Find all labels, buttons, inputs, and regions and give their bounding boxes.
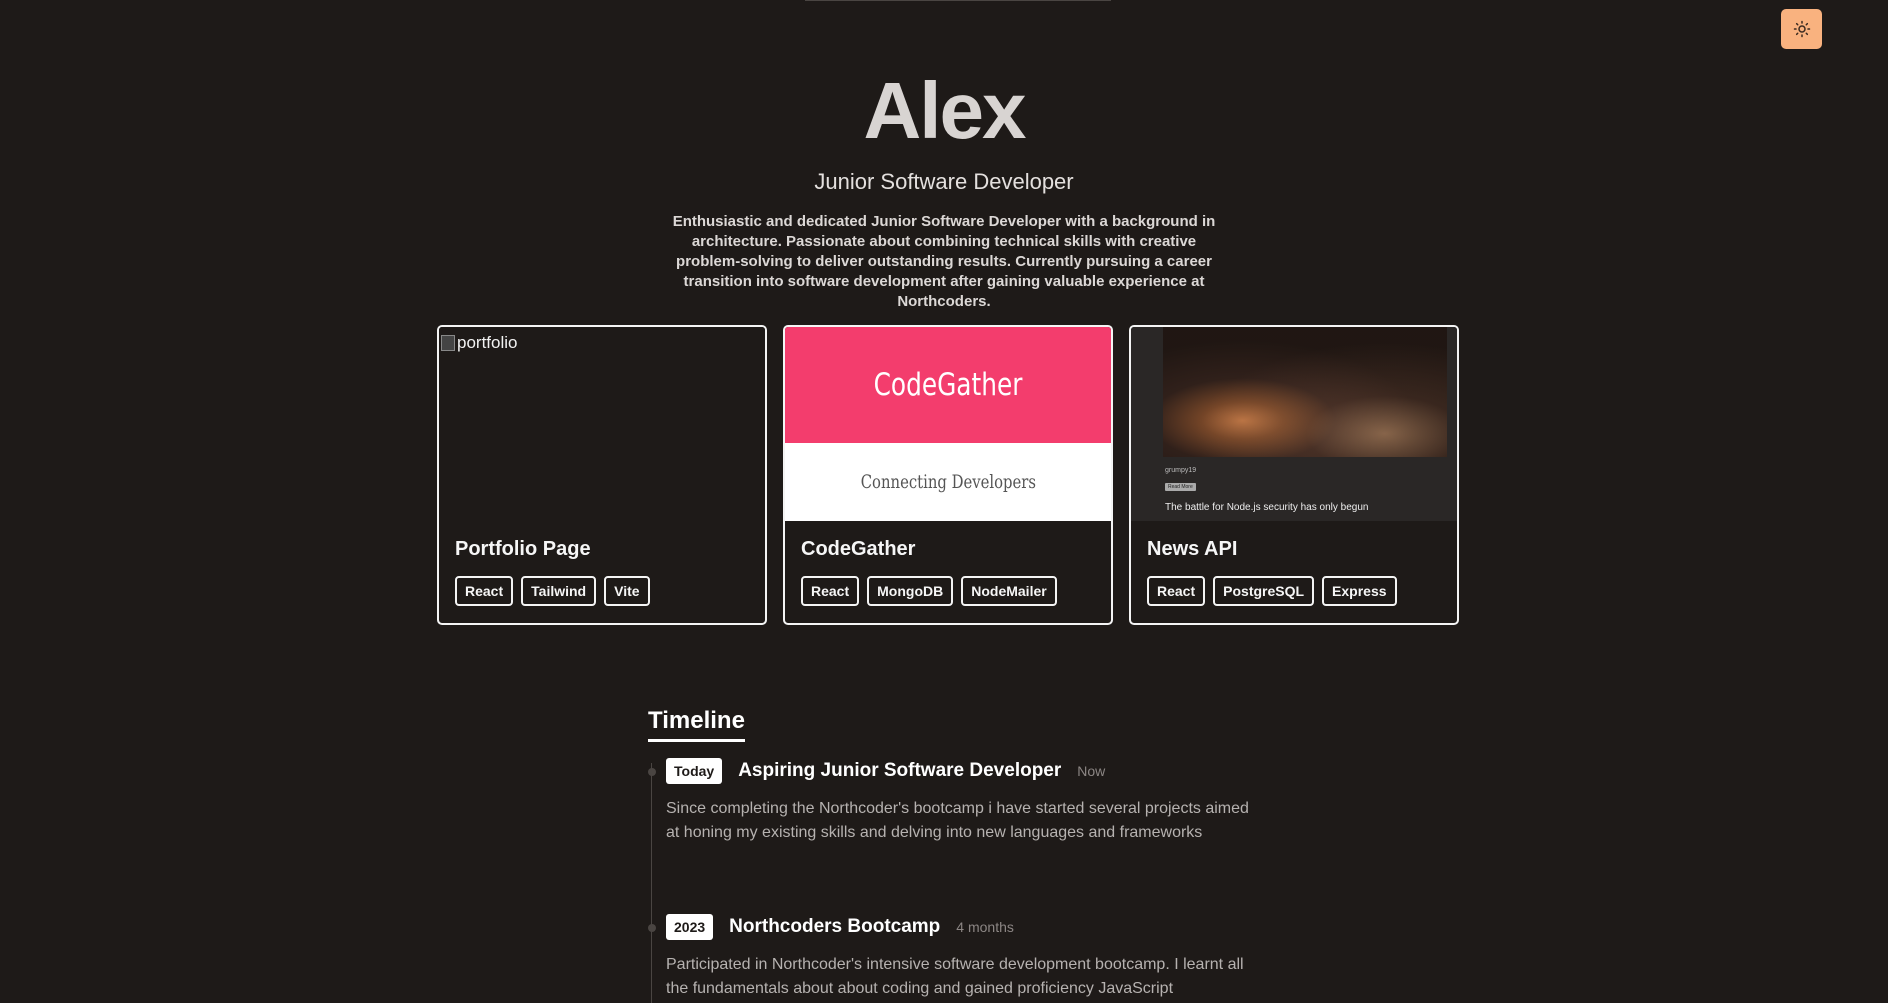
news-tag: Read More xyxy=(1165,483,1196,491)
codegather-subtitle-area: Connecting Developers xyxy=(785,443,1111,521)
tech-tag: MongoDB xyxy=(867,576,954,606)
codegather-subtitle: Connecting Developers xyxy=(860,471,1036,493)
timeline-duration: Now xyxy=(1077,763,1106,779)
timeline-description: Participated in Northcoder's intensive s… xyxy=(666,956,1244,997)
tech-tag: PostgreSQL xyxy=(1213,576,1315,606)
tech-tag: Vite xyxy=(604,576,650,606)
timeline-dot xyxy=(648,768,656,776)
timeline-badge: Today xyxy=(666,758,723,784)
hero-name: Alex xyxy=(863,66,1027,155)
timeline-title: Aspiring Junior Software Developer xyxy=(738,760,1062,781)
project-card-portfolio[interactable]: portfolio Portfolio Page React Tailwind … xyxy=(437,325,767,625)
timeline-badge: 2023 xyxy=(666,914,714,940)
project-thumbnail: portfolio xyxy=(439,327,765,521)
codegather-logo-text: CodeGather xyxy=(873,367,1023,403)
top-divider xyxy=(805,0,1111,1)
hero-role: Junior Software Developer xyxy=(814,169,1074,194)
tech-tag: React xyxy=(1147,576,1206,606)
timeline-line xyxy=(651,763,652,1003)
codegather-banner: CodeGather xyxy=(785,327,1111,443)
news-author: grumpy19 xyxy=(1165,467,1197,474)
theme-toggle-button[interactable] xyxy=(1781,9,1822,49)
timeline-section: Timeline Today Aspiring Junior Software … xyxy=(648,705,1268,1003)
project-tags: React MongoDB NodeMailer xyxy=(801,576,1057,606)
timeline-heading: Timeline xyxy=(648,705,745,742)
project-thumbnail: CodeGather Connecting Developers xyxy=(785,327,1111,521)
food-photo xyxy=(1163,327,1447,457)
tech-tag: Express xyxy=(1322,576,1397,606)
sun-icon xyxy=(1793,20,1810,38)
tech-tag: React xyxy=(455,576,514,606)
project-title: CodeGather xyxy=(801,538,916,560)
image-alt-text: portfolio xyxy=(457,333,518,352)
project-title: Portfolio Page xyxy=(455,538,591,560)
timeline-dot xyxy=(648,924,656,932)
tech-tag: NodeMailer xyxy=(961,576,1057,606)
timeline-duration: 4 months xyxy=(956,919,1014,935)
tech-tag: React xyxy=(801,576,860,606)
broken-image: portfolio xyxy=(441,333,517,353)
broken-image-icon xyxy=(441,335,455,351)
project-title: News API xyxy=(1147,538,1238,560)
hero-bio: Enthusiastic and dedicated Junior Softwa… xyxy=(672,213,1216,310)
project-thumbnail: grumpy19 Read More The battle for Node.j… xyxy=(1131,327,1457,521)
project-tags: React PostgreSQL Express xyxy=(1147,576,1397,606)
project-tags: React Tailwind Vite xyxy=(455,576,650,606)
projects-grid: portfolio Portfolio Page React Tailwind … xyxy=(437,325,1461,625)
hero-section: Alex Junior Software Developer Enthusias… xyxy=(0,66,1888,312)
project-card-codegather[interactable]: CodeGather Connecting Developers CodeGat… xyxy=(783,325,1113,625)
timeline-title: Northcoders Bootcamp xyxy=(729,916,941,937)
timeline-description: Since completing the Northcoder's bootca… xyxy=(666,800,1249,841)
tech-tag: Tailwind xyxy=(521,576,597,606)
news-headline: The battle for Node.js security has only… xyxy=(1165,502,1369,513)
project-card-news-api[interactable]: grumpy19 Read More The battle for Node.j… xyxy=(1129,325,1459,625)
